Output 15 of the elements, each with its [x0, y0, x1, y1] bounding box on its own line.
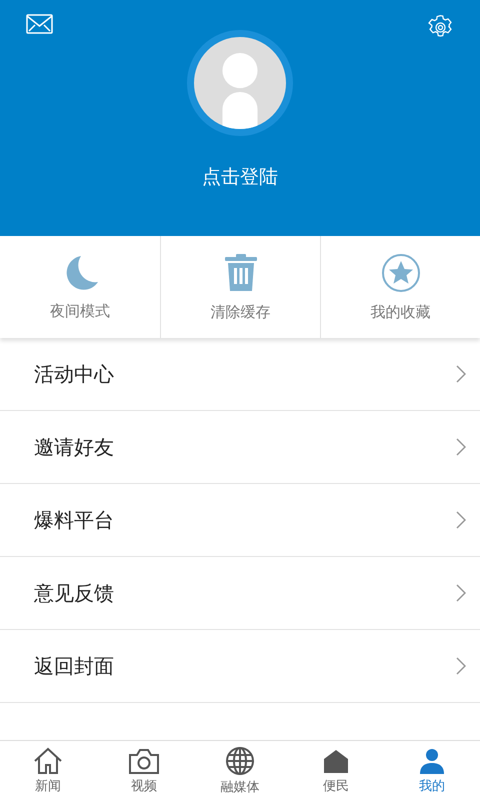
chevron-icon — [456, 365, 466, 383]
chevron-icon — [456, 511, 466, 529]
mail-icon[interactable] — [26, 14, 53, 34]
home-icon — [33, 746, 63, 774]
chevron-icon — [456, 438, 466, 456]
person-icon — [417, 746, 447, 774]
quick-action-button[interactable]: 我的收藏 — [320, 236, 480, 338]
login-link[interactable]: 点击登陆 — [200, 162, 280, 192]
globe-icon — [225, 746, 255, 776]
camera-icon — [128, 746, 160, 774]
quick-action-button[interactable]: 夜间模式 — [0, 236, 160, 338]
trash-icon — [222, 252, 258, 292]
chevron-icon — [456, 584, 466, 602]
chevron-icon — [456, 657, 466, 675]
quick-action-button[interactable]: 清除缓存 — [160, 236, 320, 338]
